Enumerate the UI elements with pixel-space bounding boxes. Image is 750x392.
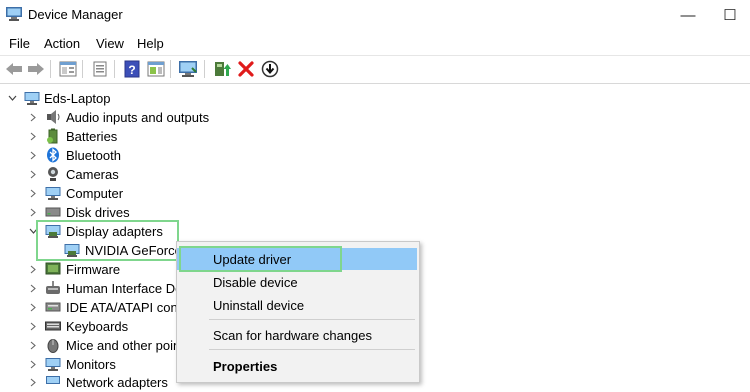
menu-separator: [209, 349, 415, 350]
tree-item-label: Audio inputs and outputs: [66, 110, 210, 125]
highlight-display-adapters: [36, 220, 179, 261]
toolbar-separator: [114, 60, 115, 78]
chevron-right-icon[interactable]: [28, 206, 38, 218]
tree-item-cameras[interactable]: Cameras: [0, 165, 750, 184]
tree-item-audio[interactable]: Audio inputs and outputs: [0, 108, 750, 127]
chevron-right-icon[interactable]: [28, 130, 38, 142]
tree-item-bluetooth[interactable]: Bluetooth: [0, 146, 750, 165]
chevron-right-icon[interactable]: [28, 111, 38, 123]
monitor-icon: [45, 358, 61, 371]
scan-icon[interactable]: [260, 59, 280, 79]
network-icon: [46, 376, 60, 384]
chevron-right-icon[interactable]: [28, 282, 38, 294]
title-bar: Device Manager — ☐: [0, 0, 750, 30]
tree-item-label: Bluetooth: [66, 148, 121, 163]
help-icon[interactable]: ?: [122, 59, 142, 79]
show-hidden-icon[interactable]: [90, 59, 110, 79]
menu-item-label: Uninstall device: [213, 298, 305, 313]
computer-icon: [24, 92, 40, 105]
menu-help[interactable]: Help: [137, 36, 164, 51]
chevron-right-icon[interactable]: [28, 263, 38, 275]
update-driver-icon[interactable]: [212, 59, 232, 79]
mouse-icon: [47, 339, 59, 353]
chevron-right-icon[interactable]: [28, 301, 38, 313]
tree-item-label: Batteries: [66, 129, 118, 144]
battery-icon: [47, 128, 58, 144]
menu-item-properties[interactable]: Properties: [177, 355, 417, 377]
camera-icon: [48, 167, 58, 181]
minimize-button[interactable]: —: [668, 2, 708, 28]
toolbar-separator: [170, 60, 171, 78]
chevron-right-icon[interactable]: [28, 187, 38, 199]
menu-bar: File Action View Help: [0, 32, 750, 54]
computer-icon: [45, 187, 61, 200]
chevron-down-icon[interactable]: [7, 92, 17, 104]
tree-item-label: Cameras: [66, 167, 119, 182]
toolbar: ?: [0, 56, 750, 82]
tree-root-label: Eds-Laptop: [44, 91, 111, 106]
menu-separator: [209, 319, 415, 320]
device-manager-icon: [6, 7, 22, 21]
chevron-right-icon[interactable]: [28, 168, 38, 180]
maximize-button[interactable]: ☐: [710, 2, 750, 28]
tree-item-batteries[interactable]: Batteries: [0, 127, 750, 146]
highlight-update-driver: [179, 246, 342, 272]
forward-icon[interactable]: [26, 59, 46, 79]
toolbar-separator: [82, 60, 83, 78]
menu-item-disable-device[interactable]: Disable device: [177, 271, 417, 293]
chevron-right-icon[interactable]: [28, 376, 38, 388]
chevron-right-icon[interactable]: [28, 320, 38, 332]
tree-item-label: Computer: [66, 186, 124, 201]
hid-icon: [46, 281, 60, 294]
action-pane-icon[interactable]: [146, 59, 166, 79]
tree-item-label: Network adapters: [66, 375, 168, 390]
menu-file[interactable]: File: [9, 36, 30, 51]
tree-item-label: Firmware: [66, 262, 121, 277]
ide-icon: [45, 302, 61, 312]
toolbar-separator: [50, 60, 51, 78]
menu-item-label: Scan for hardware changes: [213, 328, 372, 343]
menu-item-label: Properties: [213, 359, 278, 374]
uninstall-icon[interactable]: [236, 59, 256, 79]
menu-view[interactable]: View: [96, 36, 124, 51]
menu-action[interactable]: Action: [44, 36, 80, 51]
monitor-icon[interactable]: [178, 59, 198, 79]
keyboard-icon: [45, 321, 61, 331]
chevron-right-icon[interactable]: [28, 358, 38, 370]
bluetooth-icon: [47, 147, 59, 163]
chevron-right-icon[interactable]: [28, 339, 38, 351]
window-title: Device Manager: [28, 7, 123, 22]
back-icon[interactable]: [4, 59, 24, 79]
tree-item-label: Disk drives: [66, 205, 130, 220]
tree-item-label: Keyboards: [66, 319, 129, 334]
menu-item-scan-hardware[interactable]: Scan for hardware changes: [177, 324, 417, 346]
menu-item-label: Disable device: [213, 275, 298, 290]
tree-root[interactable]: Eds-Laptop: [0, 89, 750, 108]
tree-item-computer[interactable]: Computer: [0, 184, 750, 203]
firmware-icon: [45, 262, 61, 275]
svg-text:?: ?: [128, 63, 135, 77]
properties-icon[interactable]: [58, 59, 78, 79]
tree-item-label: Monitors: [66, 357, 116, 372]
toolbar-separator: [204, 60, 205, 78]
chevron-right-icon[interactable]: [28, 149, 38, 161]
disk-icon: [45, 207, 61, 217]
speaker-icon: [47, 110, 60, 124]
menu-item-uninstall-device[interactable]: Uninstall device: [177, 294, 417, 316]
